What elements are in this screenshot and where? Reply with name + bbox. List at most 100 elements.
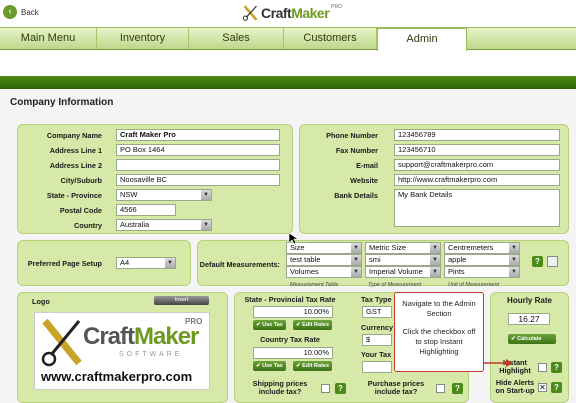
chevron-down-icon: ▼ bbox=[509, 255, 519, 265]
measurement-select[interactable]: test table ▼ bbox=[286, 254, 362, 266]
state-label: State - Province bbox=[46, 191, 102, 200]
tab-admin[interactable]: Admin bbox=[377, 28, 467, 51]
fax-input[interactable]: 123456710 bbox=[394, 144, 560, 156]
email-input[interactable]: support@craftmakerpro.com bbox=[394, 159, 560, 171]
logo-url: www.craftmakerpro.com bbox=[41, 369, 193, 384]
measurement-unit-caption: Unit of Measurement bbox=[448, 282, 500, 288]
measurement-select[interactable]: Metric Size ▼ bbox=[365, 242, 441, 254]
measurement-value: Volumes bbox=[290, 267, 319, 276]
logo-pro-text: PRO bbox=[185, 317, 203, 326]
hide-alerts-label: Hide Alerts on Start-up bbox=[495, 378, 535, 395]
company-name-input[interactable]: Craft Maker Pro bbox=[116, 129, 280, 141]
state-tax-input[interactable]: 10.00% bbox=[253, 306, 333, 318]
phone-input[interactable]: 123456789 bbox=[394, 129, 560, 141]
website-input[interactable]: http://www.craftmakerpro.com bbox=[394, 174, 560, 186]
tab-customers[interactable]: Customers bbox=[284, 28, 377, 49]
tab-sales[interactable]: Sales bbox=[189, 28, 284, 49]
chevron-down-icon: ▼ bbox=[201, 190, 211, 200]
hide-alerts-checkbox[interactable]: ✕ bbox=[538, 383, 547, 392]
measurement-select[interactable]: Imperial Volume ▼ bbox=[365, 266, 441, 278]
fax-label: Fax Number bbox=[335, 146, 378, 155]
state-tax-label: State - Provincial Tax Rate bbox=[244, 295, 336, 304]
measurement-value: smi bbox=[369, 255, 381, 264]
instant-highlight-checkbox[interactable] bbox=[538, 363, 547, 372]
logo-label: Logo bbox=[32, 297, 50, 306]
bank-textarea[interactable]: My Bank Details bbox=[394, 189, 560, 227]
measurement-select[interactable]: Volumes ▼ bbox=[286, 266, 362, 278]
tax-type-input[interactable]: GST bbox=[362, 306, 392, 318]
hourly-rate-input[interactable]: 16.27 bbox=[508, 313, 550, 325]
measurement-select[interactable]: Pints ▼ bbox=[444, 266, 520, 278]
shipping-include-tax-label: Shipping prices include tax? bbox=[252, 379, 308, 396]
measurement-select[interactable]: apple ▼ bbox=[444, 254, 520, 266]
page-setup-select[interactable]: A4 ▼ bbox=[116, 257, 176, 269]
email-label: E-mail bbox=[356, 161, 378, 170]
shipping-include-tax-checkbox[interactable] bbox=[321, 384, 330, 393]
measurement-value: Imperial Volume bbox=[369, 267, 423, 276]
address2-input[interactable] bbox=[116, 159, 280, 171]
calculate-label: Calculate bbox=[517, 336, 542, 342]
help-icon[interactable]: ? bbox=[335, 383, 346, 394]
use-state-tax-button[interactable]: ✔ Use Tax bbox=[253, 320, 286, 330]
chevron-down-icon: ▼ bbox=[509, 243, 519, 253]
edit-rates-label: Edit Rates bbox=[302, 322, 330, 328]
back-button[interactable]: ‹ Back bbox=[3, 4, 39, 20]
help-icon[interactable]: ? bbox=[551, 362, 562, 373]
logo-software-text: SOFTWARE bbox=[119, 351, 183, 358]
insert-logo-button[interactable]: Insert bbox=[154, 296, 209, 305]
measurement-select[interactable]: Centremeters ▼ bbox=[444, 242, 520, 254]
logo-text: CraftMaker bbox=[261, 5, 330, 21]
your-tax-label: Your Tax bbox=[361, 350, 392, 359]
edit-country-rates-button[interactable]: ✔ Edit Rates bbox=[293, 361, 333, 371]
scissors-pencil-icon bbox=[242, 5, 258, 21]
postal-input[interactable]: 4566 bbox=[116, 204, 176, 216]
measurement-type-caption: Type of Measurement bbox=[368, 282, 422, 288]
state-select[interactable]: NSW ▼ bbox=[116, 189, 212, 201]
postal-label: Postal Code bbox=[59, 206, 102, 215]
your-tax-input[interactable] bbox=[362, 361, 392, 373]
chevron-down-icon: ▼ bbox=[430, 267, 440, 277]
phone-label: Phone Number bbox=[326, 131, 378, 140]
address1-input[interactable]: PO Box 1464 bbox=[116, 144, 280, 156]
use-tax-label: Use Tax bbox=[262, 363, 283, 369]
chevron-down-icon: ▼ bbox=[509, 267, 519, 277]
help-icon[interactable]: ? bbox=[551, 382, 562, 393]
state-value: NSW bbox=[120, 190, 138, 199]
use-country-tax-button[interactable]: ✔ Use Tax bbox=[253, 361, 286, 371]
country-select[interactable]: Australia ▼ bbox=[116, 219, 212, 231]
measurements-label: Default Measurements: bbox=[199, 260, 280, 269]
city-label: City/Suburb bbox=[60, 176, 102, 185]
city-input[interactable]: Noosaville BC bbox=[116, 174, 280, 186]
measurement-select[interactable]: smi ▼ bbox=[365, 254, 441, 266]
measurement-value: Pints bbox=[448, 267, 465, 276]
header-band bbox=[0, 76, 576, 89]
chevron-down-icon: ▼ bbox=[351, 267, 361, 277]
page-setup-value: A4 bbox=[120, 258, 130, 267]
section-title: Company Information bbox=[10, 97, 114, 108]
edit-state-rates-button[interactable]: ✔ Edit Rates bbox=[293, 320, 333, 330]
scissors-pencil-icon bbox=[41, 318, 82, 367]
bank-label: Bank Details bbox=[334, 191, 378, 200]
print-icon[interactable] bbox=[547, 256, 558, 267]
website-label: Website bbox=[350, 176, 378, 185]
callout-arrow-icon bbox=[484, 359, 513, 367]
country-label: Country bbox=[74, 221, 102, 230]
help-icon[interactable]: ? bbox=[452, 383, 463, 394]
logo-wordmark: CraftMaker bbox=[83, 323, 199, 350]
chevron-down-icon: ▼ bbox=[430, 243, 440, 253]
purchase-include-tax-checkbox[interactable] bbox=[436, 384, 445, 393]
currency-input[interactable]: $ bbox=[362, 334, 392, 346]
tab-main-menu[interactable]: Main Menu bbox=[0, 28, 97, 49]
mouse-cursor-icon bbox=[289, 233, 299, 245]
help-icon[interactable]: ? bbox=[532, 256, 543, 267]
calculate-button[interactable]: ✔ Calculate bbox=[508, 334, 556, 344]
chevron-down-icon: ▼ bbox=[351, 255, 361, 265]
hourly-rate-label: Hourly Rate bbox=[507, 296, 552, 305]
country-tax-input[interactable]: 10.00% bbox=[253, 347, 333, 359]
tab-inventory[interactable]: Inventory bbox=[97, 28, 189, 49]
measurement-value: Metric Size bbox=[369, 243, 407, 252]
callout-line-1: Navigate to the Admin Section bbox=[402, 299, 476, 318]
back-arrow-icon: ‹ bbox=[3, 5, 17, 19]
chevron-down-icon: ▼ bbox=[201, 220, 211, 230]
company-name-label: Company Name bbox=[46, 131, 102, 140]
